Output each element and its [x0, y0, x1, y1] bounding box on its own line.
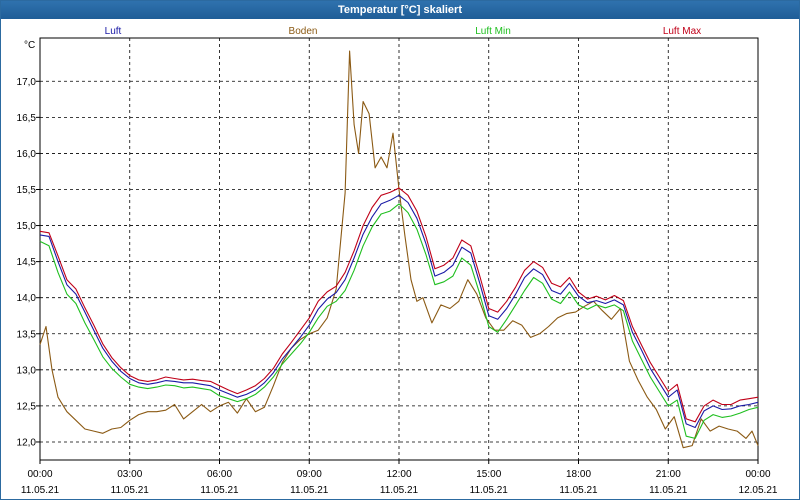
y-tick-label: 12,5 [17, 401, 37, 412]
legend-luft: Luft [105, 26, 122, 37]
x-tick-time: 06:00 [207, 469, 232, 480]
y-tick-label: 14,5 [17, 257, 37, 268]
legend-boden: Boden [289, 26, 318, 37]
x-tick-time: 21:00 [656, 469, 681, 480]
x-tick-date: 11.05.21 [200, 485, 239, 496]
x-tick-time: 15:00 [476, 469, 501, 480]
y-tick-label: 14,0 [17, 293, 37, 304]
x-tick-time: 18:00 [566, 469, 591, 480]
x-tick-time: 09:00 [297, 469, 322, 480]
x-tick-time: 03:00 [117, 469, 142, 480]
x-tick-date: 11.05.21 [21, 485, 60, 496]
x-tick-date: 11.05.21 [111, 485, 150, 496]
y-tick-label: 15,0 [17, 221, 37, 232]
x-tick-date: 11.05.21 [470, 485, 509, 496]
legend-luft-max: Luft Max [663, 26, 701, 37]
x-tick-date: 11.05.21 [380, 485, 419, 496]
y-tick-label: 17,0 [17, 77, 37, 88]
y-tick-label: 16,5 [17, 113, 37, 124]
x-axis-ticks: 00:00 11.05.21 03:00 11.05.21 06:00 11.05.21 0… [21, 460, 778, 496]
y-tick-label: 13,5 [17, 329, 37, 340]
x-tick-time: 00:00 [27, 469, 52, 480]
x-tick-time: 12:00 [386, 469, 411, 480]
x-tick-time: 00:00 [745, 469, 770, 480]
y-tick-label: 16,0 [17, 149, 37, 160]
temperature-chart: 17,0 16,5 16,0 15,5 15,0 14,5 14,0 13,5 13,0 12,5… [17, 26, 778, 496]
x-tick-date: 11.05.21 [290, 485, 329, 496]
y-axis-label: °C [24, 40, 35, 51]
x-tick-date: 12.05.21 [739, 485, 778, 496]
y-tick-label: 12,0 [17, 437, 37, 448]
x-tick-date: 11.05.21 [559, 485, 598, 496]
legend: Luft Boden Luft Min Luft Max [105, 26, 702, 37]
y-tick-label: 13,0 [17, 365, 37, 376]
y-axis-ticks: 17,0 16,5 16,0 15,5 15,0 14,5 14,0 13,5 13,0 12,5… [17, 77, 40, 448]
y-tick-label: 15,5 [17, 185, 37, 196]
x-tick-date: 11.05.21 [649, 485, 688, 496]
legend-luft-min: Luft Min [475, 26, 511, 37]
